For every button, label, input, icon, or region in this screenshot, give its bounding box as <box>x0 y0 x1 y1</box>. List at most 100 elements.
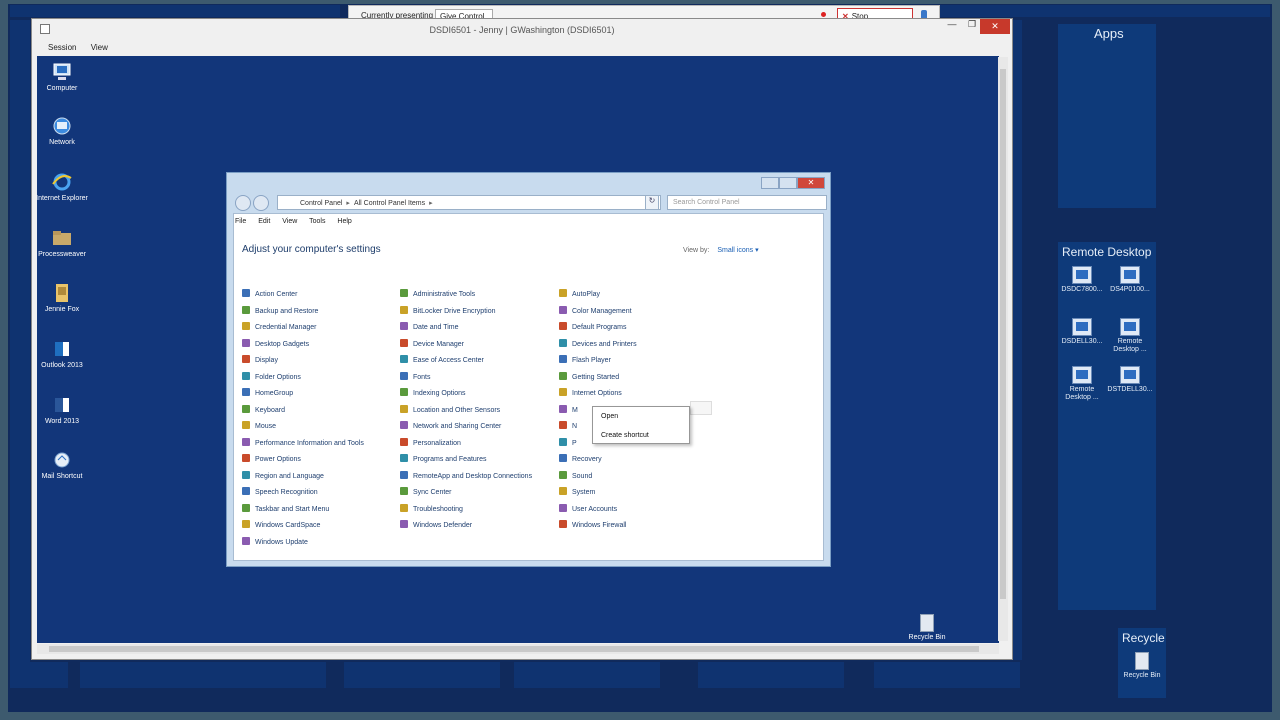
refresh-icon[interactable]: ↻ <box>645 195 659 210</box>
control-panel-item[interactable]: Getting Started <box>559 371 619 383</box>
view-by-dropdown[interactable]: Small icons ▾ <box>717 247 758 254</box>
control-panel-item[interactable]: P <box>559 437 577 449</box>
control-panel-item[interactable]: Date and Time <box>400 322 459 333</box>
control-panel-item[interactable]: Desktop Gadgets <box>242 338 309 350</box>
remote-desktop-item[interactable]: Remote Desktop ... <box>1107 318 1153 354</box>
control-panel-item[interactable]: Region and Language <box>242 470 324 482</box>
horizontal-scrollbar[interactable] <box>37 644 999 654</box>
control-panel-item[interactable]: Power Options <box>242 454 301 465</box>
control-panel-item[interactable]: Indexing Options <box>400 388 466 399</box>
close-button[interactable]: ✕ <box>980 19 1010 34</box>
desktop-icon-jennie-fox[interactable]: Jennie Fox <box>36 283 88 314</box>
menu-view[interactable]: View <box>282 218 297 225</box>
menu-session[interactable]: Session <box>48 43 76 52</box>
control-panel-item[interactable]: BitLocker Drive Encryption <box>400 305 495 317</box>
control-panel-item[interactable]: Flash Player <box>559 355 611 366</box>
breadcrumb-all-items[interactable]: All Control Panel Items <box>354 200 425 207</box>
control-panel-item-label: Troubleshooting <box>413 505 463 513</box>
apps-group[interactable] <box>1058 24 1156 208</box>
control-panel-item-label: HomeGroup <box>255 390 294 397</box>
control-panel-item[interactable]: M <box>559 404 578 416</box>
remote-desktop-item[interactable]: DS4P0100... <box>1107 266 1153 294</box>
control-panel-item[interactable]: Mouse <box>242 421 276 432</box>
remote-desktop-item[interactable]: DSDELL30... <box>1059 318 1105 346</box>
address-bar[interactable]: Control Panel ▸ All Control Panel Items ▸ <box>277 195 661 210</box>
control-panel-item[interactable]: AutoPlay <box>559 289 600 300</box>
control-panel-item-icon <box>559 338 567 347</box>
remote-desktop-item[interactable]: Remote Desktop ... <box>1059 366 1105 402</box>
control-panel-item[interactable]: Sound <box>559 470 592 482</box>
desktop-icon-internet-explorer[interactable]: Internet Explorer <box>36 172 88 203</box>
vertical-scroll-thumb[interactable] <box>1000 69 1006 599</box>
desktop-icon-outlook-2013[interactable]: Outlook 2013 <box>36 339 88 370</box>
control-panel-item[interactable]: Windows Firewall <box>559 520 626 531</box>
context-menu-open[interactable]: Open <box>601 413 618 420</box>
control-panel-item[interactable]: User Accounts <box>559 503 618 515</box>
cp-maximize-button[interactable] <box>779 177 797 189</box>
control-panel-item[interactable]: N <box>559 421 577 432</box>
control-panel-item[interactable]: Credential Manager <box>242 322 316 333</box>
control-panel-item[interactable]: Recovery <box>559 454 602 465</box>
control-panel-item[interactable]: Network and Sharing Center <box>400 421 501 432</box>
context-menu-create-shortcut[interactable]: Create shortcut <box>601 432 649 439</box>
control-panel-item-icon <box>242 388 250 396</box>
menu-help[interactable]: Help <box>337 218 351 225</box>
control-panel-item[interactable]: Display <box>242 355 278 366</box>
restore-button[interactable]: ❐ <box>964 19 980 34</box>
control-panel-item[interactable]: Keyboard <box>242 404 285 416</box>
inner-recycle-bin[interactable]: Recycle Bin <box>904 614 950 641</box>
control-panel-item[interactable]: Devices and Printers <box>559 338 637 350</box>
cp-close-button[interactable]: ✕ <box>797 177 825 189</box>
control-panel-item-icon <box>400 437 408 446</box>
desktop-icon-word-2013[interactable]: Word 2013 <box>36 395 88 426</box>
control-panel-item[interactable]: RemoteApp and Desktop Connections <box>400 470 532 482</box>
breadcrumb-control-panel[interactable]: Control Panel <box>300 200 342 207</box>
control-panel-item[interactable]: Sync Center <box>400 487 452 498</box>
control-panel-item[interactable]: Color Management <box>559 305 632 317</box>
control-panel-item[interactable]: Internet Options <box>559 388 622 399</box>
control-panel-item[interactable]: Programs and Features <box>400 454 487 465</box>
control-panel-item[interactable]: Administrative Tools <box>400 289 475 300</box>
control-panel-item[interactable]: Device Manager <box>400 338 464 350</box>
bg-tile-left-strip <box>10 20 30 688</box>
control-panel-item-label: User Accounts <box>572 505 618 513</box>
control-panel-item[interactable]: Troubleshooting <box>400 503 463 515</box>
control-panel-item[interactable]: Personalization <box>400 437 461 449</box>
recycle-bin-label: Recycle Bin <box>908 634 946 641</box>
control-panel-item[interactable]: System <box>559 487 595 498</box>
control-panel-item[interactable]: Default Programs <box>559 322 626 333</box>
vertical-scrollbar[interactable] <box>998 57 1008 641</box>
minimize-button[interactable]: — <box>940 19 964 34</box>
control-panel-item[interactable]: Location and Other Sensors <box>400 404 500 416</box>
remote-desktop-item[interactable]: DSTDELL30... <box>1107 366 1153 394</box>
desktop-icon-computer[interactable]: Computer <box>36 62 88 93</box>
control-panel-item[interactable]: Fonts <box>400 371 431 383</box>
remote-desktop-item[interactable]: DSDC7800... <box>1059 266 1105 294</box>
control-panel-item[interactable]: Backup and Restore <box>242 305 318 317</box>
menu-tools[interactable]: Tools <box>309 218 325 225</box>
desktop-icon-processweaver[interactable]: Processweaver <box>36 228 88 259</box>
menu-view[interactable]: View <box>91 43 108 52</box>
cp-minimize-button[interactable] <box>761 177 779 189</box>
control-panel-item[interactable]: Taskbar and Start Menu <box>242 503 329 515</box>
menu-file[interactable]: File <box>235 218 246 225</box>
control-panel-item[interactable]: Folder Options <box>242 371 301 383</box>
control-panel-item[interactable]: Ease of Access Center <box>400 355 484 366</box>
control-panel-item[interactable]: Windows CardSpace <box>242 520 320 531</box>
page-title: Adjust your computer's settings <box>242 244 381 255</box>
desktop-icon-mail-shortcut[interactable]: Mail Shortcut <box>36 450 88 481</box>
control-panel-item[interactable]: Performance Information and Tools <box>242 437 364 449</box>
control-panel-item[interactable]: Speech Recognition <box>242 487 318 498</box>
back-button[interactable] <box>235 195 251 211</box>
control-panel-item[interactable]: Windows Update <box>242 536 308 548</box>
control-panel-item[interactable]: Windows Defender <box>400 520 472 531</box>
control-panel-item[interactable]: Action Center <box>242 289 297 300</box>
search-input[interactable]: Search Control Panel <box>667 195 827 210</box>
horizontal-scroll-thumb[interactable] <box>49 646 979 652</box>
recycle-bin-tile[interactable]: Recycle Bin <box>1119 652 1165 680</box>
desktop-icon-network[interactable]: Network <box>36 116 88 147</box>
control-panel-item[interactable]: HomeGroup <box>242 388 293 399</box>
forward-button[interactable] <box>253 195 269 211</box>
menu-edit[interactable]: Edit <box>258 218 270 225</box>
context-menu-hover-item <box>690 401 712 415</box>
